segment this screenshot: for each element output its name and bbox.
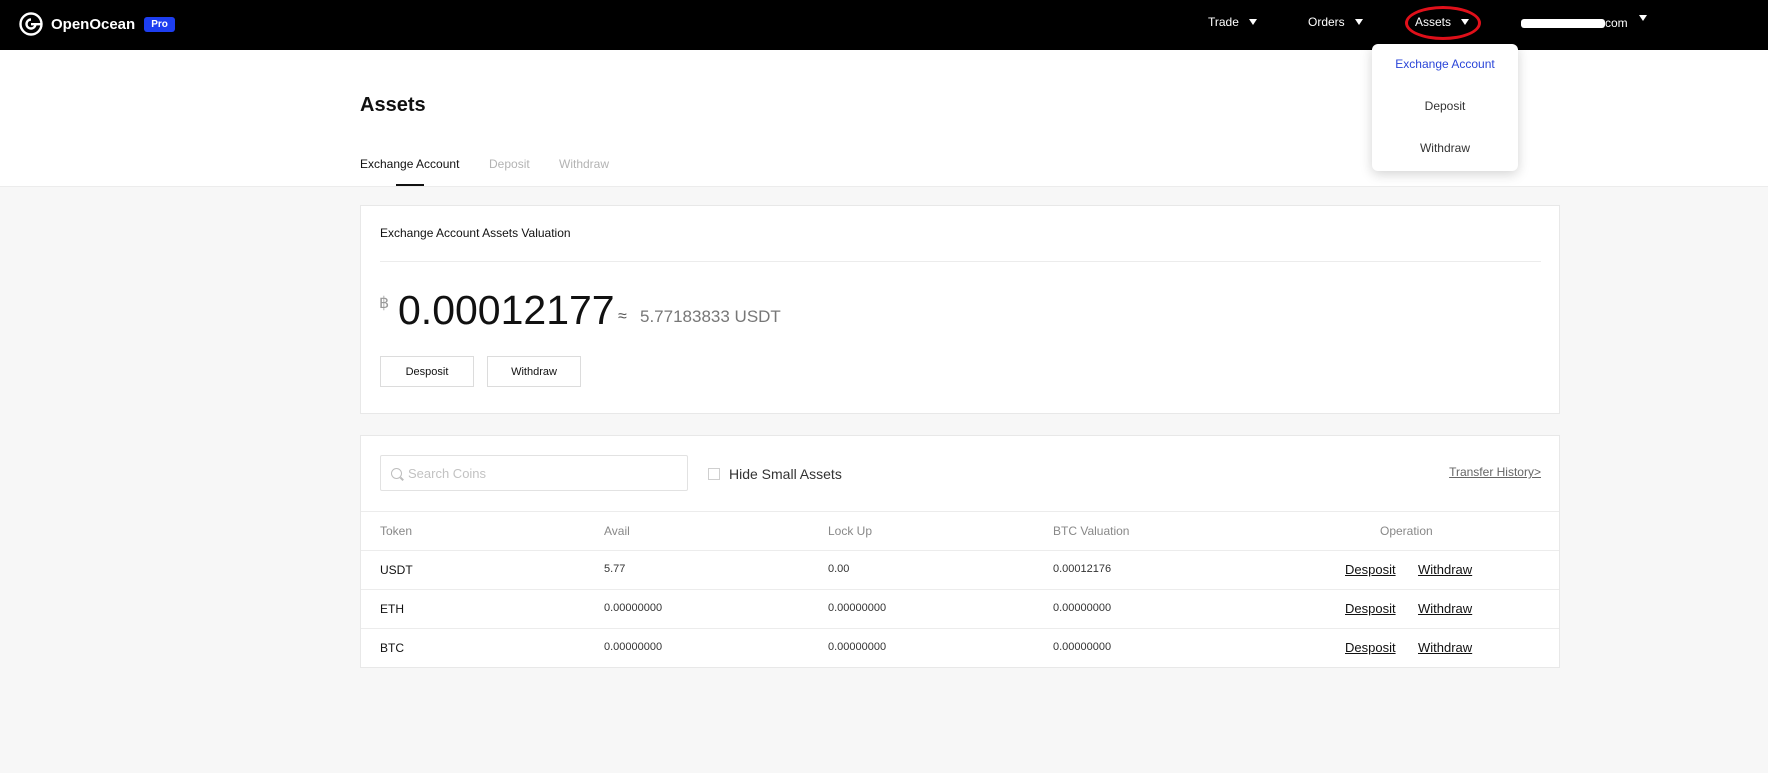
chevron-down-icon [1639, 15, 1647, 21]
nav-trade[interactable]: Trade [1208, 15, 1257, 29]
redacted-email-mark [1521, 19, 1605, 28]
usdt-valuation-value: 5.77183833 USDT [640, 307, 781, 326]
active-tab-indicator [396, 184, 424, 186]
assets-dropdown-menu: Exchange Account Deposit Withdraw [1372, 44, 1518, 171]
search-box[interactable] [380, 455, 688, 491]
hide-small-assets-checkbox[interactable] [708, 468, 720, 480]
row-deposit-link[interactable]: Desposit [1345, 640, 1396, 655]
lockup-cell: 0.00000000 [828, 641, 887, 653]
user-menu-toggle[interactable] [1639, 15, 1647, 21]
lockup-cell: 0.00 [828, 563, 850, 575]
chevron-down-icon [1461, 19, 1470, 25]
tab-withdraw[interactable]: Withdraw [559, 157, 609, 171]
avail-cell: 0.00000000 [604, 641, 663, 653]
column-header-avail: Avail [604, 524, 630, 538]
divider [380, 261, 1541, 262]
table-row: USDT 5.77 0.00 0.00012176 Desposit Withd… [361, 550, 1559, 589]
pro-badge: Pro [144, 16, 175, 32]
column-header-token: Token [380, 524, 413, 538]
btc-valuation-cell: 0.00000000 [1053, 602, 1112, 614]
column-header-lockup: Lock Up [828, 524, 873, 538]
approx-symbol: ≈ [618, 308, 627, 325]
table-row: ETH 0.00000000 0.00000000 0.00000000 Des… [361, 589, 1559, 628]
brand-logo[interactable]: OpenOcean Pro [18, 11, 175, 37]
hide-small-assets-label: Hide Small Assets [729, 466, 842, 482]
table-row: BTC 0.00000000 0.00000000 0.00000000 Des… [361, 628, 1559, 667]
chevron-down-icon [1248, 19, 1257, 25]
openocean-logo-icon [19, 12, 43, 36]
avail-cell: 5.77 [604, 563, 626, 575]
brand-name: OpenOcean [51, 15, 136, 33]
btc-valuation-cell: 0.00000000 [1053, 641, 1112, 653]
chevron-down-icon [1354, 19, 1363, 25]
row-deposit-link[interactable]: Desposit [1345, 601, 1396, 616]
row-deposit-link[interactable]: Desposit [1345, 562, 1396, 577]
top-nav: OpenOcean Pro Trade Orders Assets com [0, 0, 1768, 50]
nav-trade-label: Trade [1208, 15, 1239, 29]
withdraw-button[interactable]: Withdraw [487, 356, 581, 387]
dropdown-item-withdraw[interactable]: Withdraw [1372, 141, 1518, 155]
column-header-operation: Operation [1380, 524, 1433, 538]
lockup-cell: 0.00000000 [828, 602, 887, 614]
btc-valuation-value: 0.00012177 [398, 287, 615, 333]
nav-assets-label: Assets [1415, 15, 1452, 29]
search-icon [391, 467, 402, 479]
deposit-button[interactable]: Desposit [380, 356, 474, 387]
transfer-history-link[interactable]: Transfer History> [1449, 465, 1541, 479]
token-cell: ETH [380, 602, 404, 616]
avail-cell: 0.00000000 [604, 602, 663, 614]
row-withdraw-link[interactable]: Withdraw [1418, 640, 1472, 655]
search-input[interactable] [408, 465, 668, 481]
dropdown-item-exchange-account[interactable]: Exchange Account [1372, 57, 1518, 71]
user-email: com [1605, 16, 1628, 30]
token-cell: BTC [380, 641, 404, 655]
assets-table-card: Hide Small Assets Transfer History> Toke… [360, 435, 1560, 668]
column-header-btc-valuation: BTC Valuation [1053, 524, 1130, 538]
page-title: Assets [360, 94, 426, 116]
divider [361, 511, 1559, 512]
tab-deposit[interactable]: Deposit [489, 157, 530, 171]
token-cell: USDT [380, 563, 413, 577]
nav-orders[interactable]: Orders [1308, 15, 1363, 29]
nav-orders-label: Orders [1308, 15, 1345, 29]
hide-small-assets-toggle[interactable]: Hide Small Assets [708, 466, 842, 482]
btc-valuation-cell: 0.00012176 [1053, 563, 1112, 575]
user-account-menu[interactable]: com [1521, 16, 1628, 30]
dropdown-item-deposit[interactable]: Deposit [1372, 99, 1518, 113]
tab-exchange-account[interactable]: Exchange Account [360, 157, 459, 171]
valuation-title: Exchange Account Assets Valuation [380, 226, 571, 240]
nav-assets[interactable]: Assets [1415, 15, 1470, 29]
bitcoin-icon: ฿ [379, 295, 390, 312]
valuation-card: Exchange Account Assets Valuation ฿ 0.00… [360, 205, 1560, 414]
row-withdraw-link[interactable]: Withdraw [1418, 601, 1472, 616]
row-withdraw-link[interactable]: Withdraw [1418, 562, 1472, 577]
